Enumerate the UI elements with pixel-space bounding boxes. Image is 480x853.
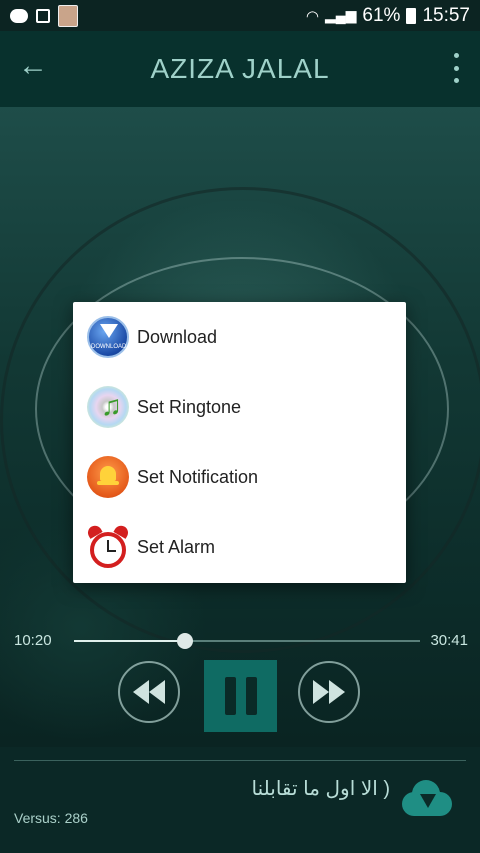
music-player-screen: ◠ ▂▄▆ 61% 15:57 ← AZIZA JALAL 10:20 30:4… — [0, 0, 480, 853]
fast-forward-button[interactable] — [298, 661, 360, 723]
battery-icon — [406, 7, 417, 24]
app-bar: ← AZIZA JALAL — [0, 31, 480, 107]
seek-thumb[interactable] — [176, 633, 193, 649]
cloud-notification-icon — [10, 8, 28, 23]
signal-icon: ▂▄▆ — [324, 7, 357, 23]
menu-item-label: Set Notification — [137, 466, 259, 487]
rewind-button[interactable] — [118, 661, 180, 723]
menu-item-download[interactable]: DOWNLOAD Download — [73, 302, 406, 372]
overflow-menu-icon[interactable] — [452, 53, 460, 83]
seek-progress — [74, 640, 185, 642]
seek-bar[interactable] — [74, 633, 420, 649]
status-system: ◠ ▂▄▆ 61% 15:57 — [306, 5, 470, 27]
status-notifications — [10, 4, 78, 27]
elapsed-time: 10:20 — [14, 632, 52, 649]
menu-item-set-alarm[interactable]: Set Alarm — [73, 512, 406, 582]
menu-item-label: Set Ringtone — [137, 396, 242, 417]
battery-percent: 61% — [362, 4, 401, 26]
menu-item-set-ringtone[interactable]: ♫ Set Ringtone — [73, 372, 406, 442]
contact-photo-icon — [58, 4, 78, 27]
back-arrow-icon[interactable]: ← — [18, 51, 48, 81]
pause-bar-left — [224, 677, 236, 715]
menu-item-set-notification[interactable]: Set Notification — [73, 442, 406, 512]
bell-icon — [87, 456, 129, 498]
download-icon: DOWNLOAD — [87, 316, 129, 358]
track-title: ( الا اول ما تقابلنا — [251, 778, 391, 800]
pause-button[interactable] — [204, 660, 277, 732]
options-dialog: DOWNLOAD Download ♫ Set Ringtone Set Not… — [73, 302, 406, 583]
cloud-download-icon[interactable] — [398, 776, 456, 822]
menu-item-label: Set Alarm — [137, 536, 216, 557]
divider — [14, 760, 466, 761]
page-title: AZIZA JALAL — [150, 53, 330, 84]
status-bar: ◠ ▂▄▆ 61% 15:57 — [0, 0, 480, 31]
pause-bar-right — [245, 677, 257, 715]
wifi-icon: ◠ — [305, 7, 319, 25]
alarm-clock-icon — [85, 523, 131, 568]
rewind-icon — [133, 680, 165, 704]
fast-forward-icon — [313, 680, 345, 704]
gallery-notification-icon — [36, 8, 50, 23]
music-note-icon: ♫ — [87, 386, 129, 428]
download-icon-text: DOWNLOAD — [91, 344, 127, 350]
versus-label: Versus: 286 — [14, 810, 88, 826]
menu-item-label: Download — [137, 326, 218, 347]
total-duration: 30:41 — [430, 632, 468, 649]
clock: 15:57 — [422, 4, 470, 26]
